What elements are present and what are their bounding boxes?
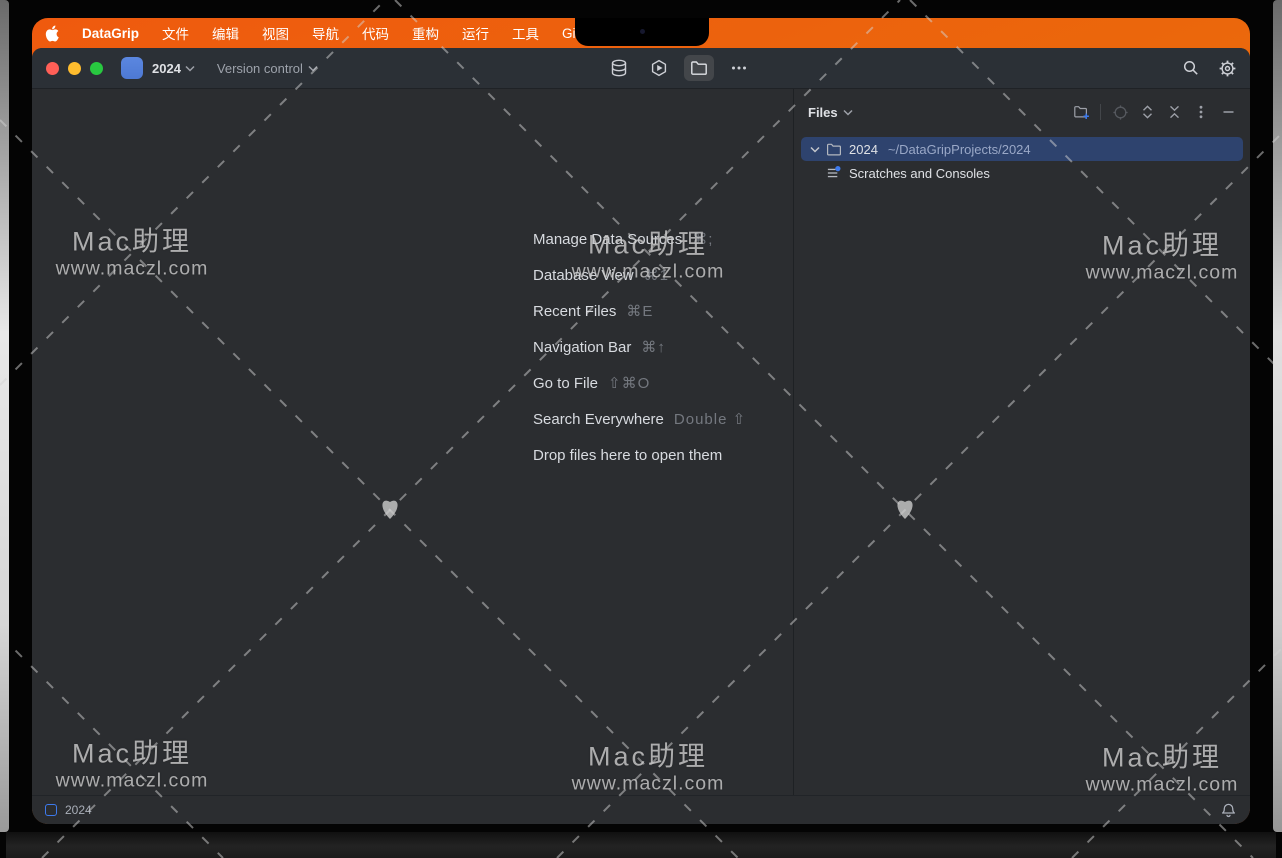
datagrip-window: 2024 Version control — [32, 48, 1250, 824]
folder-icon — [826, 141, 842, 157]
notifications-bell-icon[interactable] — [1220, 802, 1237, 819]
shortcut-row: Search Everywhere Double ⇧ — [533, 401, 746, 437]
menubar-item-view[interactable]: 视图 — [262, 23, 289, 43]
shortcut-row: Recent Files ⌘E — [533, 293, 746, 329]
device-edge-left — [0, 0, 9, 832]
apple-menu[interactable] — [45, 25, 59, 42]
drop-files-hint: Drop files here to open them — [533, 447, 722, 464]
more-icon[interactable] — [724, 55, 754, 81]
menubar-item-run[interactable]: 运行 — [462, 23, 489, 43]
toolbar-separator — [1100, 104, 1101, 120]
project-square-icon — [45, 804, 57, 816]
chevron-down-icon[interactable] — [185, 64, 195, 73]
device-chin — [6, 832, 1276, 858]
files-panel-title[interactable]: Files — [808, 105, 838, 120]
files-tool-window: Files — [794, 89, 1250, 795]
menubar-item-edit[interactable]: 编辑 — [212, 23, 239, 43]
database-icon[interactable] — [604, 55, 634, 81]
menubar-item-tools[interactable]: 工具 — [512, 23, 539, 43]
shortcut-keys: ⌘↑ — [641, 338, 666, 356]
tree-row-scratches[interactable]: Scratches and Consoles — [801, 161, 1243, 185]
files-tree: 2024 ~/DataGripProjects/2024 Scratches a… — [794, 129, 1250, 185]
camera-dot — [640, 29, 645, 34]
tree-item-path: ~/DataGripProjects/2024 — [888, 142, 1031, 157]
shortcut-link-manage-data-sources[interactable]: Manage Data Sources — [533, 231, 682, 248]
expand-all-icon[interactable] — [1135, 101, 1159, 123]
menubar-item-file[interactable]: 文件 — [162, 23, 189, 43]
main-content: Manage Data Sources ⌘; Database View ⌘1 … — [32, 89, 1250, 795]
minimize-button[interactable] — [68, 62, 81, 75]
status-project-widget[interactable]: 2024 — [45, 803, 92, 817]
shortcut-row: Navigation Bar ⌘↑ — [533, 329, 746, 365]
tree-item-name: 2024 — [849, 142, 878, 157]
apple-icon — [45, 25, 59, 42]
shortcut-keys: ⌘1 — [644, 266, 669, 284]
titlebar-toolbar — [604, 48, 754, 88]
run-icon[interactable] — [644, 55, 674, 81]
traffic-lights — [46, 62, 103, 75]
editor-empty-area: Manage Data Sources ⌘; Database View ⌘1 … — [32, 89, 793, 795]
shortcut-link-navigation-bar[interactable]: Navigation Bar — [533, 339, 631, 356]
camera-notch — [575, 18, 709, 46]
shortcut-link-go-to-file[interactable]: Go to File — [533, 375, 598, 392]
locate-file-icon[interactable] — [1108, 101, 1132, 123]
vcs-widget-label[interactable]: Version control — [217, 61, 303, 76]
files-panel-actions — [1069, 101, 1240, 123]
shortcut-link-database-view[interactable]: Database View — [533, 267, 634, 284]
device-edge-right — [1273, 0, 1282, 832]
status-bar: 2024 — [32, 795, 1250, 824]
chevron-down-icon[interactable] — [308, 64, 318, 73]
shortcut-keys: ⇧⌘O — [608, 374, 650, 392]
screen: DataGrip 文件 编辑 视图 导航 代码 重构 运行 工具 Git 窗口 … — [32, 18, 1250, 824]
window-titlebar: 2024 Version control — [32, 48, 1250, 89]
menubar-app-name[interactable]: DataGrip — [82, 26, 139, 41]
shortcut-row: Manage Data Sources ⌘; — [533, 221, 746, 257]
kebab-menu-icon[interactable] — [1189, 101, 1213, 123]
titlebar-right-actions — [1176, 48, 1242, 88]
scratches-icon — [826, 165, 842, 181]
tree-item-name: Scratches and Consoles — [849, 166, 990, 181]
status-project-label: 2024 — [65, 803, 92, 817]
shortcut-keys: ⌘; — [692, 230, 713, 248]
close-button[interactable] — [46, 62, 59, 75]
hide-panel-icon[interactable] — [1216, 101, 1240, 123]
search-icon[interactable] — [1176, 55, 1206, 81]
menubar-item-refactor[interactable]: 重构 — [412, 23, 439, 43]
fullscreen-button[interactable] — [90, 62, 103, 75]
empty-state-shortcuts: Manage Data Sources ⌘; Database View ⌘1 … — [533, 221, 746, 473]
shortcut-link-search-everywhere[interactable]: Search Everywhere — [533, 411, 664, 428]
project-selector-label[interactable]: 2024 — [152, 61, 181, 76]
menubar-item-code[interactable]: 代码 — [362, 23, 389, 43]
project-icon[interactable] — [121, 57, 143, 79]
shortcut-row: Database View ⌘1 — [533, 257, 746, 293]
shortcut-keys: Double ⇧ — [674, 410, 746, 428]
settings-icon[interactable] — [1212, 55, 1242, 81]
tree-row-project[interactable]: 2024 ~/DataGripProjects/2024 — [801, 137, 1243, 161]
shortcut-link-recent-files[interactable]: Recent Files — [533, 303, 616, 320]
shortcut-row: Go to File ⇧⌘O — [533, 365, 746, 401]
shortcut-keys: ⌘E — [626, 302, 653, 320]
folder-icon[interactable] — [684, 55, 714, 81]
collapse-all-icon[interactable] — [1162, 101, 1186, 123]
menubar-item-navigate[interactable]: 导航 — [312, 23, 339, 43]
files-panel-header: Files — [794, 95, 1250, 129]
new-folder-icon[interactable] — [1069, 101, 1093, 123]
shortcut-row: Drop files here to open them — [533, 437, 746, 473]
chevron-down-icon[interactable] — [843, 108, 853, 117]
chevron-down-icon[interactable] — [807, 145, 823, 154]
